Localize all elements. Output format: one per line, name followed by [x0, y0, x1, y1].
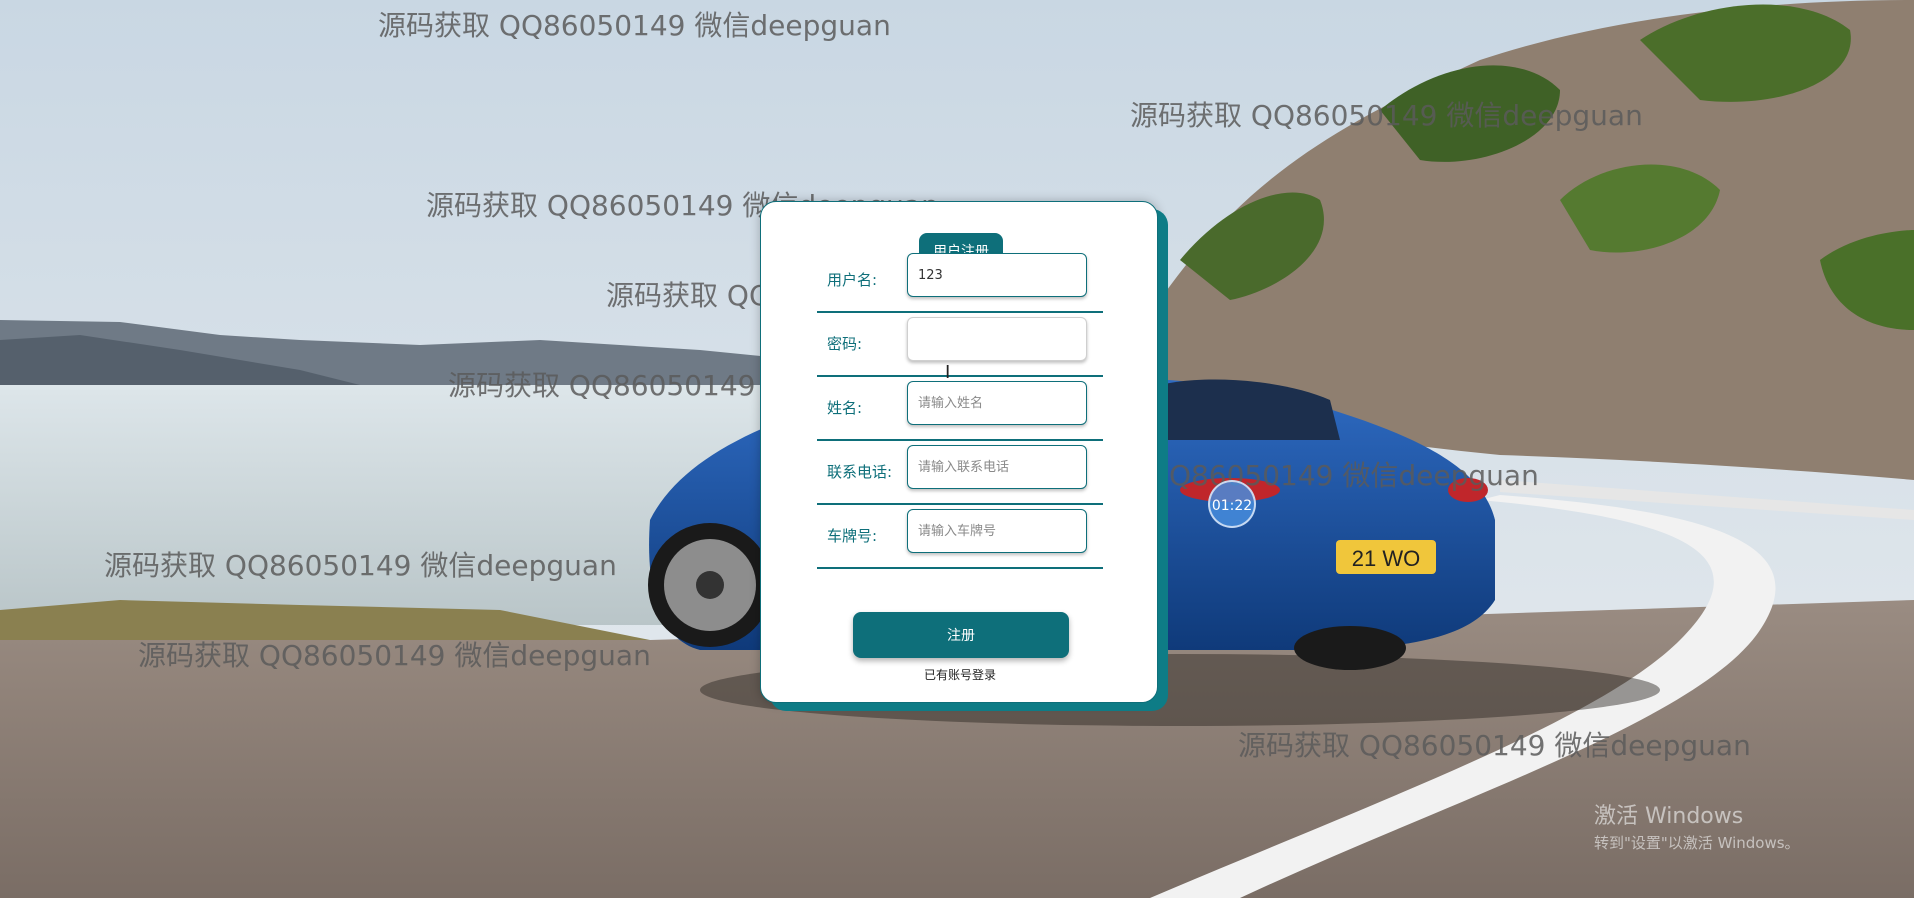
name-label: 姓名:: [827, 399, 863, 417]
form-row-username: 用户名:: [817, 249, 1103, 313]
text-cursor-icon: I: [945, 362, 951, 383]
form-row-phone: 联系电话:: [817, 441, 1103, 505]
username-input[interactable]: [907, 253, 1087, 297]
watermark: 源码获取 QQ86050149 微信deepguan: [104, 549, 617, 582]
name-input[interactable]: [907, 381, 1087, 425]
svg-text:21 WO: 21 WO: [1352, 546, 1420, 571]
register-button[interactable]: 注册: [853, 612, 1069, 658]
form-row-password: 密码:: [817, 313, 1103, 377]
watermark: 源码获取 QQ86050149 微信deepguan: [138, 639, 651, 672]
form-row-plate: 车牌号:: [817, 505, 1103, 569]
plate-input[interactable]: [907, 509, 1087, 553]
watermark: 源码获取 QQ86050149 微信deepguan: [378, 9, 891, 42]
login-link[interactable]: 已有账号登录: [761, 666, 1159, 683]
activation-hint: 转到"设置"以激活 Windows。: [1594, 834, 1800, 852]
form-row-name: 姓名:: [817, 377, 1103, 441]
activation-title: 激活 Windows: [1594, 804, 1744, 829]
password-label: 密码:: [827, 335, 863, 353]
watermark: 源码获取 QQ86050149 微信deepguan: [1130, 99, 1643, 132]
windows-activation-notice: 激活 Windows 转到"设置"以激活 Windows。: [1594, 798, 1800, 853]
phone-label: 联系电话:: [827, 463, 893, 481]
register-card: 用户注册 用户名: 密码: 姓名: 联系电话: 车牌号: 注册 已有账号登录: [760, 201, 1158, 703]
plate-label: 车牌号:: [827, 527, 878, 545]
password-input[interactable]: [907, 317, 1087, 361]
phone-input[interactable]: [907, 445, 1087, 489]
watermark: 源码获取 QQ86050149 微信deepguan: [1238, 729, 1751, 762]
username-label: 用户名:: [827, 271, 878, 289]
timer-badge[interactable]: 01:22: [1208, 480, 1256, 528]
